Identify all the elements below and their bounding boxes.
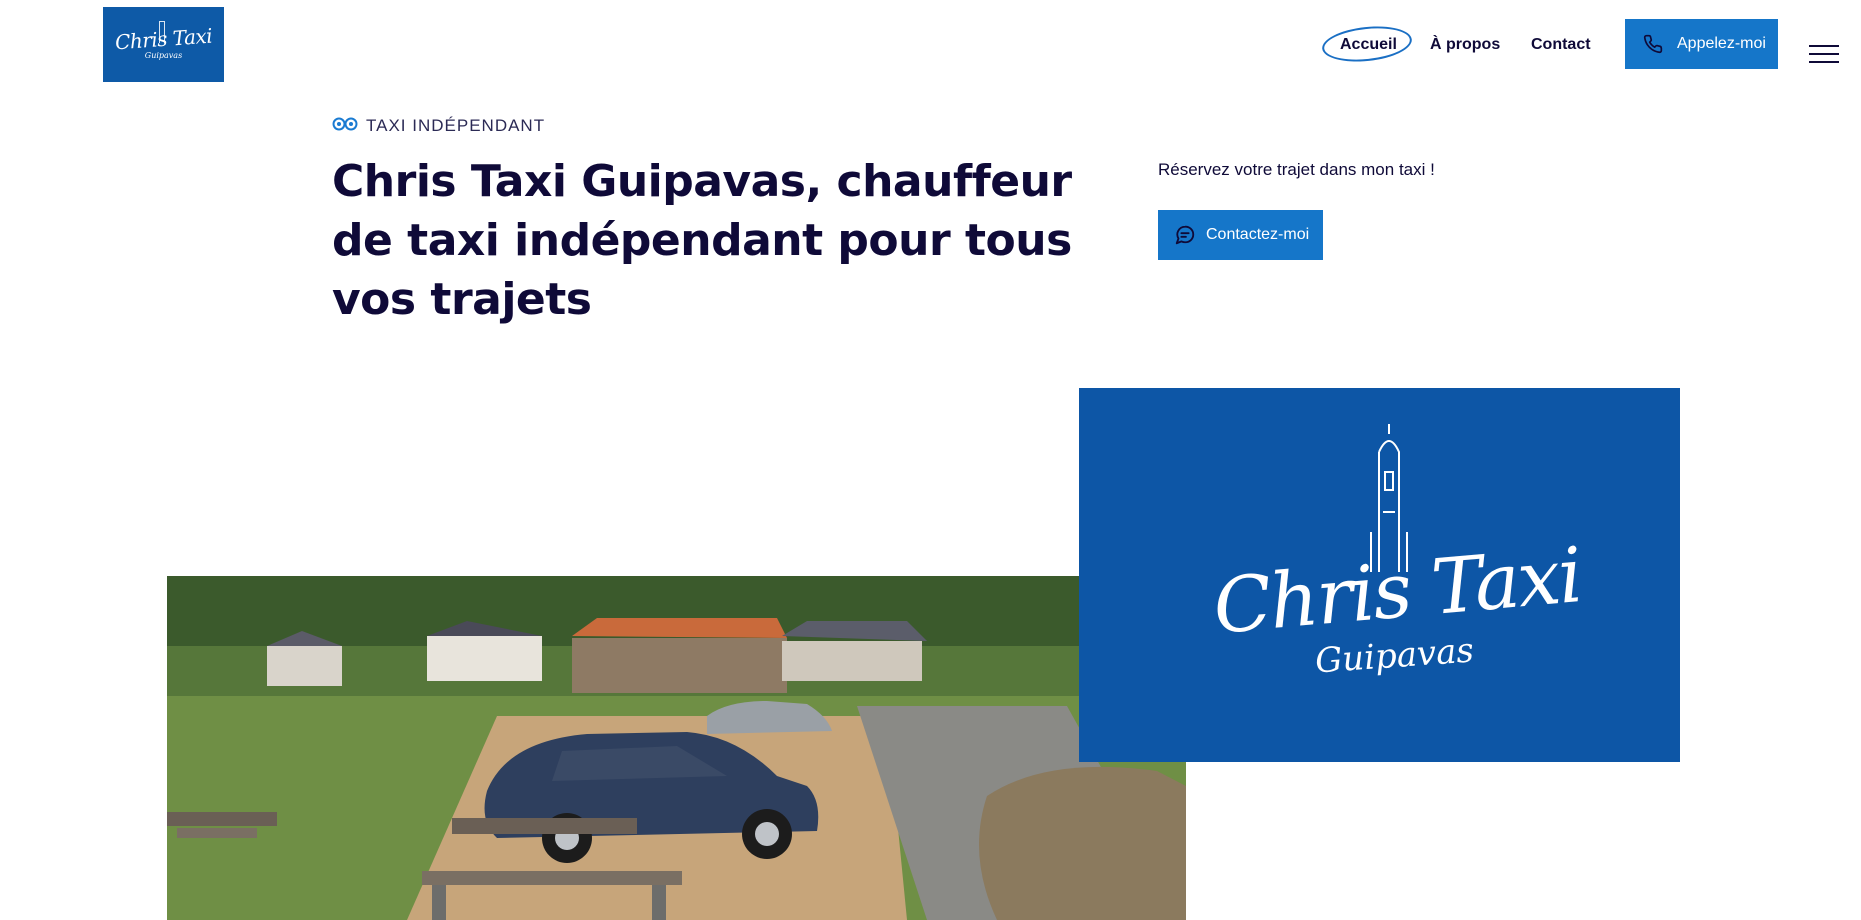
double-circle-icon: [332, 116, 358, 136]
contact-button-label: Contactez-moi: [1206, 226, 1310, 243]
hero-eyebrow-label: TAXI INDÉPENDANT: [366, 116, 546, 135]
brand-logo-panel: Chris Taxi Guipavas: [1079, 388, 1680, 762]
hero-side-text: Réservez votre trajet dans mon taxi !: [1158, 160, 1435, 179]
logo-text: Chris Taxi: [114, 23, 213, 55]
logo-subtext: Guipavas: [144, 51, 183, 60]
hero-photo-car: [167, 576, 1186, 920]
chat-bubble-icon: [1174, 224, 1196, 246]
nav-link-a-propos[interactable]: À propos: [1430, 36, 1500, 54]
site-logo[interactable]: Chris Taxi Guipavas: [103, 7, 224, 82]
call-button-label: Appelez-moi: [1677, 35, 1766, 52]
phone-icon: [1643, 34, 1663, 54]
hamburger-menu-icon[interactable]: [1809, 45, 1839, 65]
call-button[interactable]: Appelez-moi: [1625, 19, 1778, 69]
contact-button[interactable]: Contactez-moi: [1158, 210, 1323, 260]
hero-eyebrow: TAXI INDÉPENDANT: [332, 116, 545, 136]
nav-link-contact[interactable]: Contact: [1531, 36, 1591, 54]
hero-title: Chris Taxi Guipavas, chauffeur de taxi i…: [332, 156, 1072, 325]
nav-link-accueil[interactable]: Accueil: [1340, 36, 1397, 54]
brand-panel-title: Chris Taxi: [1209, 530, 1585, 651]
